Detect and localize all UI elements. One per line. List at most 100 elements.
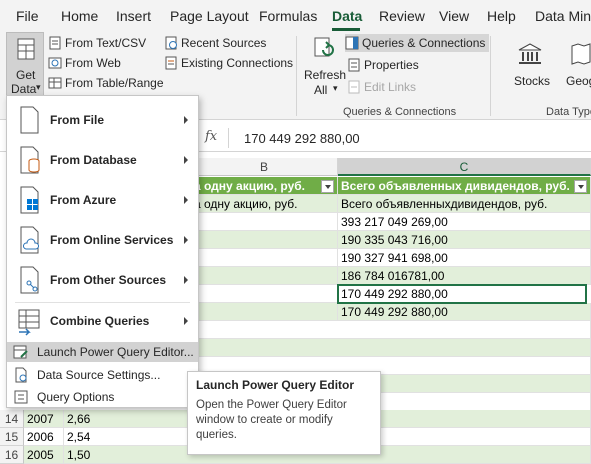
table-cell[interactable]: 2006 [24,428,64,446]
filter-dropdown-icon[interactable] [321,180,334,193]
text-file-icon [49,36,61,50]
table-cell[interactable]: а одну акцию, руб. [191,195,338,213]
edit-links-button: Edit Links [347,78,416,96]
menu-item-combine-queries[interactable]: Combine Queries [7,301,198,341]
geography-label: Geog [566,74,591,88]
insert-function-button[interactable]: fx [205,129,217,144]
ribbon-tab-bar: File Home Insert Page Layout Formulas Da… [0,0,591,32]
table-cell[interactable]: 170 449 292 880,00 [338,303,591,321]
from-text-csv-button[interactable]: From Text/CSV [48,34,146,52]
refresh-all-button[interactable]: Refresh All ▾ [302,34,346,100]
tooltip-body: Open the Power Query Editor window to cr… [196,399,347,441]
filter-dropdown-icon[interactable] [574,180,587,193]
table-cell[interactable]: 393 217 049 269,00 [338,213,591,231]
power-query-editor-icon [13,345,28,359]
bank-building-icon [518,43,542,64]
row-header[interactable]: 14 [0,410,24,428]
tab-help[interactable]: Help [487,8,516,24]
recent-sources-icon [165,36,177,50]
table-cell[interactable]: 2007 [24,410,64,428]
column-header-b[interactable]: B [191,158,338,176]
tab-view[interactable]: View [439,8,469,24]
tab-data[interactable]: Data [332,8,362,24]
properties-button[interactable]: Properties [347,56,419,74]
formula-bar-separator [228,128,229,148]
from-table-range-button[interactable]: From Table/Range [48,74,164,92]
table-cell[interactable] [191,285,338,303]
stocks-label: Stocks [514,74,551,88]
table-cell[interactable] [191,267,338,285]
get-data-menu: From File From Database From Azure From … [6,95,199,408]
menu-item-from-azure[interactable]: From Azure [7,180,198,220]
table-row[interactable] [191,321,591,339]
other-sources-icon [20,266,39,294]
table-icon [48,77,62,89]
properties-icon [348,58,360,72]
recent-sources-label: Recent Sources [181,36,267,50]
database-icon [20,146,40,174]
stocks-button[interactable]: Stocks [507,34,553,100]
refresh-label-1: Refresh [304,68,347,82]
tab-review[interactable]: Review [379,8,425,24]
table-cell[interactable] [191,249,338,267]
tab-data-mining[interactable]: Data Mini [535,8,591,24]
table-header-text: а одну акцию, руб. [194,179,305,193]
menu-item-from-database[interactable]: From Database [7,140,198,180]
menu-item-from-other-sources[interactable]: From Other Sources [7,260,198,300]
tab-file[interactable]: File [16,8,39,24]
table-cell[interactable]: 186 784 016781,00 [338,267,591,285]
table-row[interactable] [191,339,591,357]
chevron-right-icon [184,116,188,124]
get-data-button[interactable]: Get Data ▾ [6,32,44,98]
table-cell[interactable]: 190 327 941 698,00 [338,249,591,267]
table-cell[interactable]: 2005 [24,446,64,464]
table-header-cell-b[interactable]: а одну акцию, руб. [191,177,338,195]
table-cell[interactable] [191,303,338,321]
tab-page-layout[interactable]: Page Layout [170,8,249,24]
geography-button[interactable]: Geog [560,34,591,100]
menu-item-from-online-services[interactable]: From Online Services [7,220,198,260]
formula-input[interactable]: 170 449 292 880,00 [244,131,360,146]
edit-links-icon [348,80,360,94]
from-web-button[interactable]: From Web [48,54,121,72]
refresh-label-2: All [314,83,328,97]
cloud-icon [20,226,40,254]
tab-home[interactable]: Home [61,8,98,24]
column-header-c[interactable]: C [338,158,591,176]
chevron-down-icon: ▾ [333,83,338,93]
azure-windows-icon [20,186,39,214]
menu-item-query-options[interactable]: Query Options [7,387,198,407]
edit-links-label: Edit Links [364,80,417,94]
table-cell[interactable] [191,231,338,249]
from-text-csv-label: From Text/CSV [65,36,147,50]
menu-item-data-source-settings[interactable]: Data Source Settings... [7,365,198,385]
active-cell[interactable]: 170 449 292 880,00 [337,284,587,304]
refresh-icon [314,37,334,57]
existing-connections-button[interactable]: Existing Connections [164,54,293,72]
get-data-label-1: Get [16,68,36,82]
tab-formulas[interactable]: Formulas [259,8,317,24]
menu-item-label: From File [50,113,105,127]
tab-insert[interactable]: Insert [116,8,151,24]
row-header[interactable]: 16 [0,446,24,464]
table-cell[interactable]: 190 335 043 716,00 [338,231,591,249]
row-header[interactable]: 15 [0,428,24,446]
table-cell[interactable] [191,213,338,231]
chevron-right-icon [184,276,188,284]
table-header-cell-c[interactable]: Всего объявленных дивидендов, руб. [338,177,591,195]
active-tab-indicator [332,28,360,31]
map-icon [571,43,591,65]
table-cell[interactable]: Всего объявленныхдивидендов, руб. [338,195,591,213]
menu-item-label: Query Options [37,390,115,404]
menu-item-label: Launch Power Query Editor... [37,345,194,359]
menu-item-launch-power-query-editor[interactable]: Launch Power Query Editor... [7,342,198,362]
menu-item-label: From Azure [50,193,117,207]
queries-pane-icon [345,36,359,50]
query-options-icon [14,390,28,404]
from-web-label: From Web [65,56,121,70]
data-types-group-label: Data Types [546,106,591,118]
queries-connections-button[interactable]: Queries & Connections [345,34,490,52]
menu-item-from-file[interactable]: From File [7,100,198,140]
database-table-icon [17,38,35,60]
recent-sources-button[interactable]: Recent Sources [164,34,266,52]
